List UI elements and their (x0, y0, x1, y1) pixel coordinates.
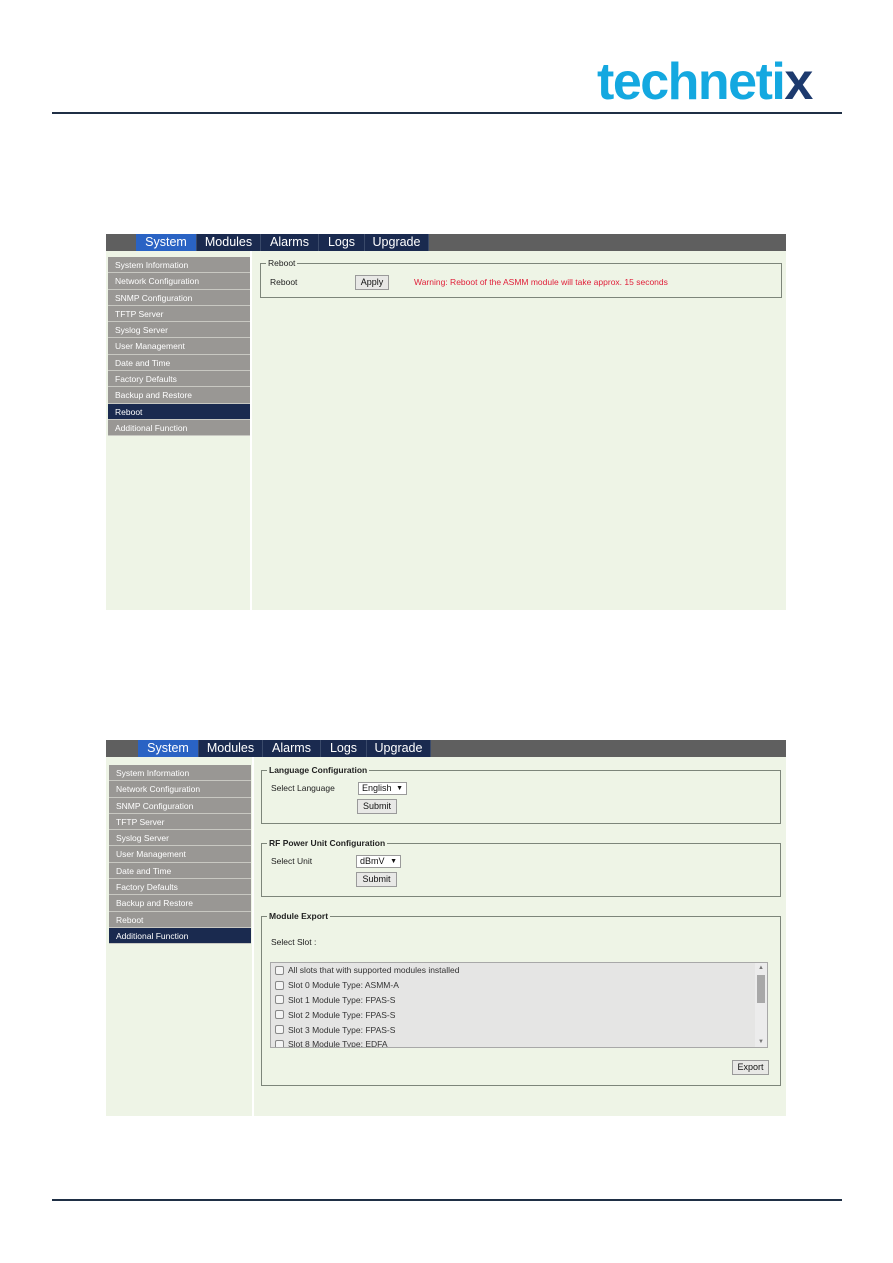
slot-listbox[interactable]: All slots that with supported modules in… (270, 962, 768, 1048)
top-nav: System Modules Alarms Logs Upgrade (106, 234, 786, 251)
sidebar-item-factory-defaults[interactable]: Factory Defaults (109, 879, 251, 896)
module-export-fieldset: Module Export Select Slot : All slots th… (261, 910, 781, 1086)
sidebar-item-additional-function[interactable]: Additional Function (108, 419, 250, 437)
tab-logs[interactable]: Logs (319, 234, 365, 251)
tab-modules[interactable]: Modules (199, 740, 263, 757)
reboot-legend: Reboot (266, 257, 298, 269)
slot-option-label: Slot 1 Module Type: FPAS-S (288, 994, 396, 1005)
slot-option-label: Slot 2 Module Type: FPAS-S (288, 1009, 396, 1020)
apply-button[interactable]: Apply (355, 275, 389, 290)
sidebar-item-user-management[interactable]: User Management (109, 846, 251, 863)
sidebar-item-reboot[interactable]: Reboot (108, 403, 250, 420)
chevron-down-icon: ▼ (396, 785, 403, 792)
reboot-warning: Warning: Reboot of the ASMM module will … (414, 277, 668, 287)
checkbox[interactable] (275, 1010, 284, 1020)
sidebar-item-backup-and-restore[interactable]: Backup and Restore (109, 895, 251, 912)
top-nav: System Modules Alarms Logs Upgrade (106, 740, 786, 757)
technetix-logo: technetix (597, 53, 813, 111)
language-submit-button[interactable]: Submit (357, 799, 397, 814)
slot-option[interactable]: Slot 8 Module Type: EDFA (271, 1037, 767, 1048)
sidebar-item-reboot[interactable]: Reboot (109, 911, 251, 928)
logo-x: x (784, 53, 813, 111)
sidebar-item-system-information[interactable]: System Information (108, 257, 250, 274)
slot-option[interactable]: Slot 2 Module Type: FPAS-S (271, 1007, 767, 1022)
checkbox[interactable] (275, 1025, 284, 1035)
sidebar-divider (252, 757, 254, 1116)
unit-select[interactable]: dBmV ▼ (356, 855, 401, 868)
tab-system[interactable]: System (138, 740, 199, 757)
tab-alarms[interactable]: Alarms (261, 234, 319, 251)
checkbox[interactable] (275, 1039, 284, 1047)
sidebar-item-system-information[interactable]: System Information (109, 765, 251, 782)
sidebar-divider (250, 251, 252, 610)
sidebar-item-date-and-time[interactable]: Date and Time (109, 862, 251, 880)
scroll-thumb[interactable] (757, 975, 765, 1003)
listbox-scrollbar[interactable]: ▲ ▼ (755, 963, 767, 1047)
sidebar-item-factory-defaults[interactable]: Factory Defaults (108, 371, 250, 388)
checkbox[interactable] (275, 995, 284, 1005)
rf-unit-fieldset: RF Power Unit Configuration Select Unit … (261, 837, 781, 897)
tab-logs[interactable]: Logs (321, 740, 367, 757)
language-select[interactable]: English ▼ (358, 782, 407, 795)
rf-unit-legend: RF Power Unit Configuration (267, 837, 388, 849)
select-language-label: Select Language (271, 783, 335, 793)
sidebar-item-network-configuration[interactable]: Network Configuration (109, 781, 251, 798)
slot-option-label: All slots that with supported modules in… (288, 965, 460, 976)
sidebar-item-additional-function[interactable]: Additional Function (109, 927, 251, 945)
tab-upgrade[interactable]: Upgrade (365, 234, 429, 251)
slot-option[interactable]: Slot 0 Module Type: ASMM-A (271, 978, 767, 993)
footer-rule (52, 1199, 842, 1201)
sidebar-item-tftp-server[interactable]: TFTP Server (109, 813, 251, 831)
sidebar-item-network-configuration[interactable]: Network Configuration (108, 273, 250, 290)
scroll-down-icon[interactable]: ▼ (755, 1037, 767, 1047)
sidebar-item-snmp-configuration[interactable]: SNMP Configuration (109, 797, 251, 814)
sidebar-item-date-and-time[interactable]: Date and Time (108, 354, 250, 372)
language-legend: Language Configuration (267, 764, 370, 776)
language-fieldset: Language Configuration Select Language E… (261, 764, 781, 824)
language-selected-value: English (362, 783, 392, 793)
select-unit-label: Select Unit (271, 856, 313, 866)
screenshot-reboot: System Modules Alarms Logs Upgrade Syste… (106, 234, 786, 610)
sidebar-item-syslog-server[interactable]: Syslog Server (108, 322, 250, 339)
sidebar-item-snmp-configuration[interactable]: SNMP Configuration (108, 289, 250, 306)
chevron-down-icon: ▼ (390, 858, 397, 865)
unit-selected-value: dBmV (360, 856, 385, 866)
unit-submit-button[interactable]: Submit (356, 872, 397, 887)
logo-text: techneti (597, 53, 786, 111)
reboot-fieldset: Reboot Reboot Apply Warning: Reboot of t… (260, 257, 782, 298)
module-export-legend: Module Export (267, 910, 331, 922)
sidebar: System Information Network Configuration… (108, 257, 250, 437)
sidebar: System Information Network Configuration… (109, 765, 251, 945)
tab-modules[interactable]: Modules (197, 234, 261, 251)
slot-option[interactable]: Slot 3 Module Type: FPAS-S (271, 1022, 767, 1037)
select-slot-label: Select Slot : (271, 937, 317, 947)
sidebar-item-user-management[interactable]: User Management (108, 338, 250, 355)
sidebar-item-tftp-server[interactable]: TFTP Server (108, 305, 250, 323)
export-button[interactable]: Export (732, 1060, 769, 1075)
sidebar-item-syslog-server[interactable]: Syslog Server (109, 830, 251, 847)
tab-upgrade[interactable]: Upgrade (367, 740, 431, 757)
slot-option-label: Slot 0 Module Type: ASMM-A (288, 980, 399, 991)
tab-system[interactable]: System (136, 234, 197, 251)
slot-option[interactable]: Slot 1 Module Type: FPAS-S (271, 993, 767, 1008)
screenshot-additional-function: System Modules Alarms Logs Upgrade Syste… (106, 740, 786, 1116)
slot-option-label: Slot 8 Module Type: EDFA (288, 1039, 388, 1048)
slot-option-label: Slot 3 Module Type: FPAS-S (288, 1024, 396, 1035)
reboot-label: Reboot (270, 277, 298, 287)
slot-option[interactable]: All slots that with supported modules in… (271, 963, 767, 978)
checkbox[interactable] (275, 980, 284, 990)
tab-alarms[interactable]: Alarms (263, 740, 321, 757)
header-rule (52, 112, 842, 114)
scroll-up-icon[interactable]: ▲ (755, 963, 767, 973)
checkbox[interactable] (275, 965, 284, 975)
sidebar-item-backup-and-restore[interactable]: Backup and Restore (108, 387, 250, 404)
